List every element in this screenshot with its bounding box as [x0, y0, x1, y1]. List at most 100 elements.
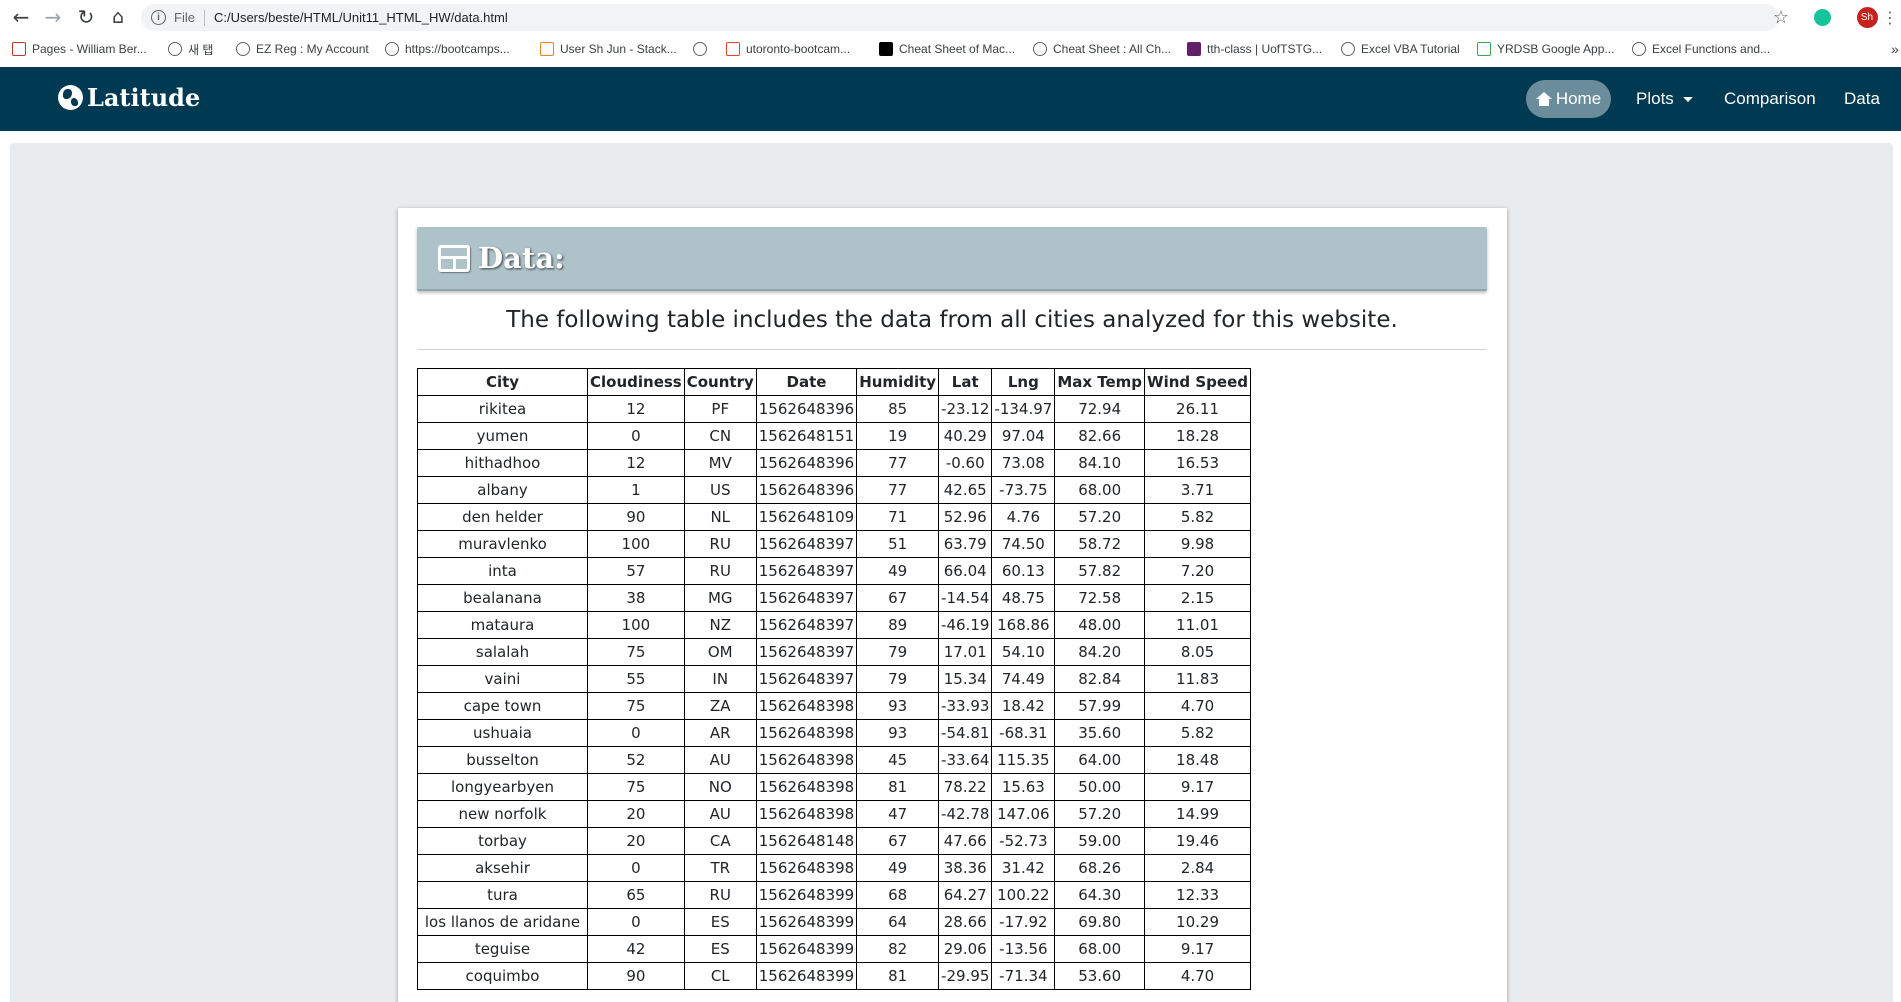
table-cell: 1562648151 [755, 422, 858, 450]
table-row: los llanos de aridane 0 ES 1562648399 64 28.6… [417, 908, 1251, 936]
reload-icon[interactable]: ↻ [71, 4, 101, 30]
bookmark-item[interactable]: Cheat Sheet : All Ch... [1033, 38, 1171, 60]
table-body: rikitea 12 PF 1562648396 85 -23.12 -134.97 72.9… [417, 395, 1251, 990]
table-cell: 52.96 [938, 503, 993, 531]
column-header: Lat [938, 368, 993, 396]
grammarly-extension-icon[interactable] [1811, 6, 1833, 28]
table-cell: 48.75 [991, 584, 1056, 612]
table-row: ushuaia 0 AR 1562648398 93 -54.81 -68.31 35.60 5… [417, 719, 1251, 747]
table-cell: 100 [587, 611, 685, 639]
table-cell: 1562648398 [755, 773, 858, 801]
browser-menu-icon[interactable]: ⋮ [1882, 6, 1898, 28]
bookmark-item[interactable]: Excel VBA Tutorial [1341, 38, 1460, 60]
browser-chrome: ← → ↻ ⌂ i File C:/Users/beste/HTML/Unit1… [0, 0, 1901, 67]
table-cell: 68.00 [1054, 476, 1146, 504]
table-cell: 7.20 [1144, 557, 1251, 585]
address-bar[interactable]: i File C:/Users/beste/HTML/Unit11_HTML_H… [141, 4, 1779, 31]
gitlab-icon [726, 42, 740, 56]
table-cell: RU [683, 881, 757, 909]
nav-home[interactable]: Home [1526, 80, 1611, 118]
section-header: Data: [417, 227, 1487, 291]
bookmark-item[interactable] [693, 38, 713, 60]
table-cell: PF [683, 395, 757, 423]
table-row: new norfolk 20 AU 1562648398 47 -42.78 147.06 5… [417, 800, 1251, 828]
table-cell: -42.78 [938, 800, 993, 828]
table-cell: IN [683, 665, 757, 693]
bookmark-item[interactable]: User Sh Jun - Stack... [540, 38, 677, 60]
table-cell: 64.00 [1054, 746, 1146, 774]
table-cell: 65 [587, 881, 685, 909]
table-cell: -71.34 [991, 962, 1056, 990]
globe-icon [693, 42, 707, 56]
bookmark-item[interactable]: YRDSB Google App... [1477, 38, 1614, 60]
url-text[interactable]: C:/Users/beste/HTML/Unit11_HTML_HW/data.… [214, 10, 508, 25]
table-cell: AU [683, 746, 757, 774]
table-cell: 97.04 [991, 422, 1056, 450]
table-cell: 1562648399 [755, 908, 858, 936]
table-cell: 75 [587, 638, 685, 666]
table-row: cape town 75 ZA 1562648398 93 -33.93 18.42 57.9… [417, 692, 1251, 720]
table-cell: -23.12 [938, 395, 993, 423]
table-cell: 1562648109 [755, 503, 858, 531]
table-cell: coquimbo [417, 962, 588, 990]
table-cell: yumen [417, 422, 588, 450]
table-cell: 168.86 [991, 611, 1056, 639]
table-row: coquimbo 90 CL 1562648399 81 -29.95 -71.34 53.6… [417, 962, 1251, 990]
table-cell: NO [683, 773, 757, 801]
brand-link[interactable]: Latitude [58, 83, 200, 112]
stackoverflow-icon [540, 42, 554, 56]
table-cell: 14.99 [1144, 800, 1251, 828]
globe-icon [236, 42, 250, 56]
table-cell: -33.93 [938, 692, 993, 720]
nav-comparison[interactable]: Comparison [1724, 80, 1816, 118]
profile-avatar[interactable]: Sh [1855, 6, 1879, 28]
bookmark-item[interactable]: 새 탭 [168, 38, 213, 60]
table-cell: 19 [856, 422, 940, 450]
table-cell: -52.73 [991, 827, 1056, 855]
table-cell: 66.04 [938, 557, 993, 585]
bookmark-item[interactable]: Excel Functions and... [1632, 38, 1770, 60]
table-cell: -0.60 [938, 449, 993, 477]
table-cell: MG [683, 584, 757, 612]
bookmark-item[interactable]: tth-class | UofTSTG... [1187, 38, 1322, 60]
table-cell: 79 [856, 665, 940, 693]
forward-arrow-icon[interactable]: → [38, 4, 68, 30]
table-cell: 84.20 [1054, 638, 1146, 666]
info-icon[interactable]: i [151, 10, 166, 25]
table-cell: 20 [587, 827, 685, 855]
table-row: muravlenko 100 RU 1562648397 51 63.79 74.50 58.… [417, 530, 1251, 558]
bookmark-star-icon[interactable]: ☆ [1769, 6, 1793, 28]
home-icon[interactable]: ⌂ [103, 4, 133, 30]
table-cell: 10.29 [1144, 908, 1251, 936]
table-cell: cape town [417, 692, 588, 720]
nav-plots-dropdown[interactable]: Plots [1636, 80, 1693, 118]
table-cell: 67 [856, 827, 940, 855]
table-row: salalah 75 OM 1562648397 79 17.01 54.10 84.20 8.… [417, 638, 1251, 666]
bookmark-item[interactable]: https://bootcamps... [385, 38, 510, 60]
table-cell: 40.29 [938, 422, 993, 450]
table-cell: 82.84 [1054, 665, 1146, 693]
back-arrow-icon[interactable]: ← [6, 4, 36, 30]
table-cell: 85 [856, 395, 940, 423]
table-cell: 28.66 [938, 908, 993, 936]
table-cell: 1562648396 [755, 449, 858, 477]
table-row: bealanana 38 MG 1562648397 67 -14.54 48.75 72.5… [417, 584, 1251, 612]
table-cell: 29.06 [938, 935, 993, 963]
bookmark-item[interactable]: Cheat Sheet of Mac... [879, 38, 1015, 60]
table-cell: den helder [417, 503, 588, 531]
table-row: longyearbyen 75 NO 1562648398 81 78.22 15.63 50… [417, 773, 1251, 801]
table-cell: 1562648396 [755, 476, 858, 504]
table-cell: US [683, 476, 757, 504]
table-cell: vaini [417, 665, 588, 693]
table-cell: 100.22 [991, 881, 1056, 909]
table-row: tura 65 RU 1562648399 68 64.27 100.22 64.30 12.3… [417, 881, 1251, 909]
bookmarks-overflow-button[interactable]: » [1891, 38, 1899, 60]
column-header: Country [683, 368, 757, 396]
bookmark-item[interactable]: utoronto-bootcam... [726, 38, 850, 60]
bookmark-item[interactable]: EZ Reg : My Account [236, 38, 369, 60]
nav-data[interactable]: Data [1844, 80, 1880, 118]
table-cell: 81 [856, 962, 940, 990]
table-cell: 1562648398 [755, 692, 858, 720]
table-cell: 52 [587, 746, 685, 774]
bookmark-item[interactable]: Pages - William Ber... [12, 38, 147, 60]
